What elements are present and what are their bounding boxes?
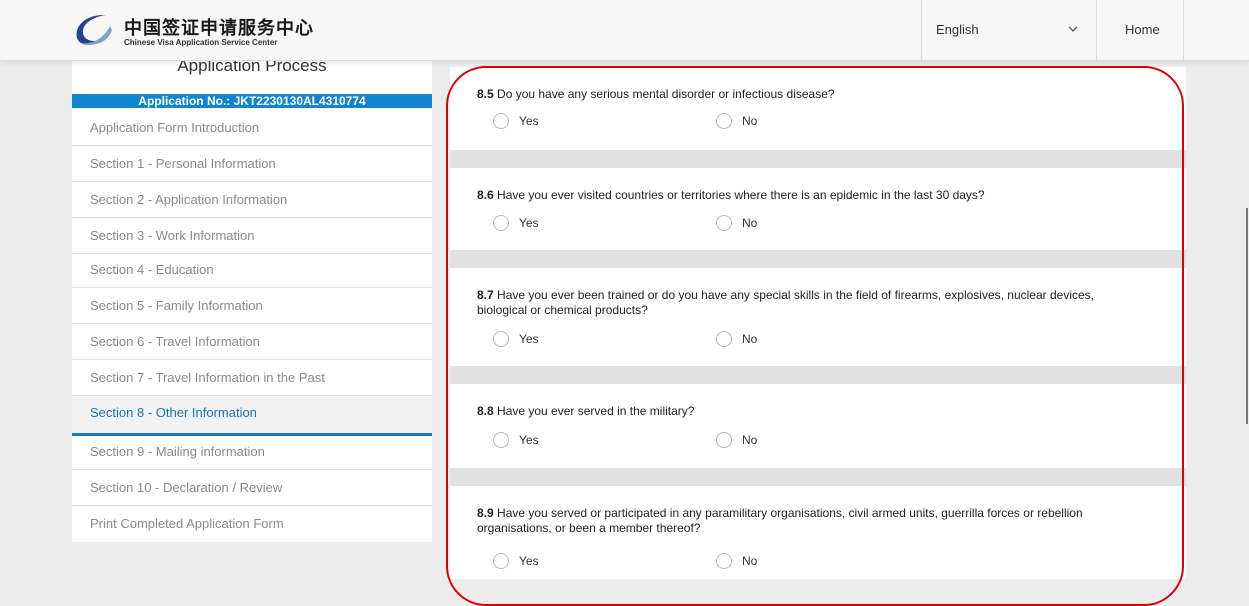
language-select[interactable]: English (921, 0, 1097, 60)
radio-circle[interactable] (716, 331, 732, 347)
sidebar-item-print[interactable]: Print Completed Application Form (72, 506, 432, 542)
question-number: 8.9 (477, 506, 494, 520)
sidebar-item-section-7[interactable]: Section 7 - Travel Information in the Pa… (72, 360, 432, 396)
sidebar-item-section-1[interactable]: Section 1 - Personal Information (72, 146, 432, 182)
radio-no-label: No (742, 216, 758, 230)
logo-english-text: Chinese Visa Application Service Center (124, 38, 278, 47)
radio-circle[interactable] (716, 432, 732, 448)
logo-chinese-text: 中国签证申请服务中心 (124, 18, 314, 39)
question-8-6: 8.6 Have you ever visited countries or t… (450, 168, 1186, 250)
sidebar-item-introduction[interactable]: Application Form Introduction (72, 110, 432, 146)
question-text: Do you have any serious mental disorder … (497, 87, 835, 101)
radio-circle[interactable] (493, 113, 509, 129)
radio-no-label: No (742, 433, 758, 447)
sidebar-item-section-9[interactable]: Section 9 - Mailing information (72, 434, 432, 470)
top-header: 中国签证申请服务中心 Chinese Visa Application Serv… (0, 0, 1249, 61)
radio-yes-label: Yes (519, 554, 539, 568)
scrollbar-edge[interactable] (1246, 208, 1248, 424)
radio-circle[interactable] (493, 553, 509, 569)
application-process-sidebar: Application Process Application No.: JKT… (72, 56, 432, 542)
home-link-label: Home (1125, 22, 1160, 37)
question-text: Have you ever been trained or do you hav… (477, 288, 1095, 317)
radio-yes-label: Yes (519, 216, 539, 230)
sidebar-item-section-10[interactable]: Section 10 - Declaration / Review (72, 470, 432, 506)
question-text: Have you ever served in the military? (497, 404, 695, 418)
sidebar-item-section-6[interactable]: Section 6 - Travel Information (72, 324, 432, 360)
sidebar-item-section-4[interactable]: Section 4 - Education (72, 252, 432, 288)
radio-circle[interactable] (493, 215, 509, 231)
radio-circle[interactable] (493, 331, 509, 347)
radio-yes-label: Yes (519, 332, 539, 346)
site-logo[interactable]: 中国签证申请服务中心 Chinese Visa Application Serv… (72, 10, 332, 52)
question-8-8: 8.8 Have you ever served in the military… (450, 384, 1186, 468)
sidebar-item-section-5[interactable]: Section 5 - Family Information (72, 288, 432, 324)
sidebar-item-section-3[interactable]: Section 3 - Work Information (72, 218, 432, 254)
question-number: 8.7 (477, 288, 494, 302)
question-8-5: 8.5 Do you have any serious mental disor… (450, 67, 1186, 150)
question-number: 8.6 (477, 188, 494, 202)
radio-circle[interactable] (716, 215, 732, 231)
radio-circle[interactable] (716, 113, 732, 129)
radio-yes-label: Yes (519, 114, 539, 128)
question-text: Have you ever visited countries or terri… (497, 188, 985, 202)
other-information-form: 8.5 Do you have any serious mental disor… (450, 67, 1186, 579)
question-8-9: 8.9 Have you served or participated in a… (450, 486, 1186, 579)
home-link[interactable]: Home (1097, 0, 1184, 60)
question-8-7: 8.7 Have you ever been trained or do you… (450, 268, 1186, 366)
question-text: Have you served or participated in any p… (477, 506, 1083, 535)
question-number: 8.8 (477, 404, 494, 418)
logo-swoosh-icon (76, 14, 112, 45)
language-select-value: English (936, 22, 979, 37)
application-number-banner: Application No.: JKT2230130AL4310774 (72, 94, 432, 108)
radio-no-label: No (742, 332, 758, 346)
radio-yes-label: Yes (519, 433, 539, 447)
radio-circle[interactable] (716, 553, 732, 569)
radio-no-label: No (742, 114, 758, 128)
sidebar-item-section-8[interactable]: Section 8 - Other Information (72, 396, 432, 436)
radio-no-label: No (742, 554, 758, 568)
sidebar-item-section-2[interactable]: Section 2 - Application Information (72, 182, 432, 218)
radio-circle[interactable] (493, 432, 509, 448)
question-number: 8.5 (477, 87, 494, 101)
chevron-down-icon (1068, 26, 1078, 32)
